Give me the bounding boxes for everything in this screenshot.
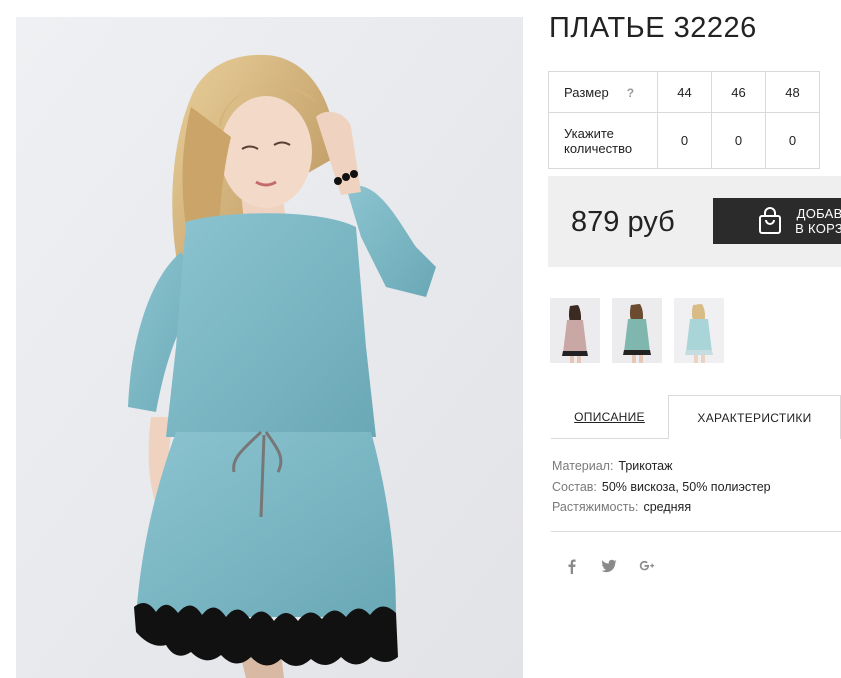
quantity-input-48[interactable]	[772, 133, 813, 148]
thumb-pink-dress-image	[550, 298, 600, 363]
size-label-cell: Размер?	[548, 71, 658, 113]
thumb-teal-dress-image	[612, 298, 662, 363]
product-specs: Материал: Трикотаж Состав: 50% вискоза, 50…	[552, 456, 771, 518]
product-main-image[interactable]	[16, 17, 523, 678]
spec-material: Материал: Трикотаж	[552, 456, 771, 477]
spec-composition-key: Состав:	[552, 479, 597, 494]
spec-material-value: Трикотаж	[618, 459, 673, 473]
spec-composition-value: 50% вискоза, 50% полиэстер	[601, 479, 771, 494]
dress-model-illustration	[16, 17, 523, 678]
twitter-icon[interactable]	[598, 555, 620, 577]
product-title: ПЛАТЬЕ 32226	[549, 12, 757, 44]
google-plus-icon[interactable]	[636, 555, 658, 577]
size-row: Размер? 44 46 48	[548, 71, 820, 113]
tab-description[interactable]: ОПИСАНИЕ	[551, 395, 668, 439]
quantity-input-44[interactable]	[664, 133, 705, 148]
size-44: 44	[657, 71, 712, 113]
size-help-icon[interactable]: ?	[627, 86, 634, 100]
qty-cell-44	[657, 112, 712, 169]
quantity-label: Укажите количество	[548, 112, 658, 169]
add-to-cart-button[interactable]: ДОБАВИТЬ В КОРЗИНУ	[713, 198, 841, 244]
size-48: 48	[765, 71, 820, 113]
spec-material-key: Материал:	[552, 459, 614, 473]
spec-composition: Состав: 50% вискоза, 50% полиэстер	[552, 477, 771, 498]
thumb-teal-dress[interactable]	[612, 298, 662, 363]
spec-stretch-key: Растяжимость:	[552, 500, 639, 514]
thumb-blue-dress[interactable]	[674, 298, 724, 363]
qty-cell-46	[711, 112, 766, 169]
price-box: 879 руб ДОБАВИТЬ В КОРЗИНУ	[548, 176, 841, 267]
add-to-cart-label: ДОБАВИТЬ В КОРЗИНУ	[795, 206, 841, 236]
quantity-row: Укажите количество	[548, 112, 820, 169]
size-label: Размер	[564, 84, 609, 100]
thumb-blue-dress-image	[674, 298, 724, 363]
shopping-bag-icon	[759, 207, 781, 234]
product-price: 879 руб	[571, 206, 675, 238]
spec-stretch: Растяжимость: средняя	[552, 497, 771, 518]
qty-cell-48	[765, 112, 820, 169]
tab-characteristics[interactable]: ХАРАКТЕРИСТИКИ	[668, 395, 841, 439]
quantity-input-46[interactable]	[718, 133, 759, 148]
thumb-pink-dress[interactable]	[550, 298, 600, 363]
divider	[551, 531, 841, 532]
size-quantity-table: Размер? 44 46 48 Укажите количество	[548, 71, 820, 169]
spec-stretch-value: средняя	[643, 500, 692, 514]
size-46: 46	[711, 71, 766, 113]
facebook-icon[interactable]	[561, 555, 583, 577]
